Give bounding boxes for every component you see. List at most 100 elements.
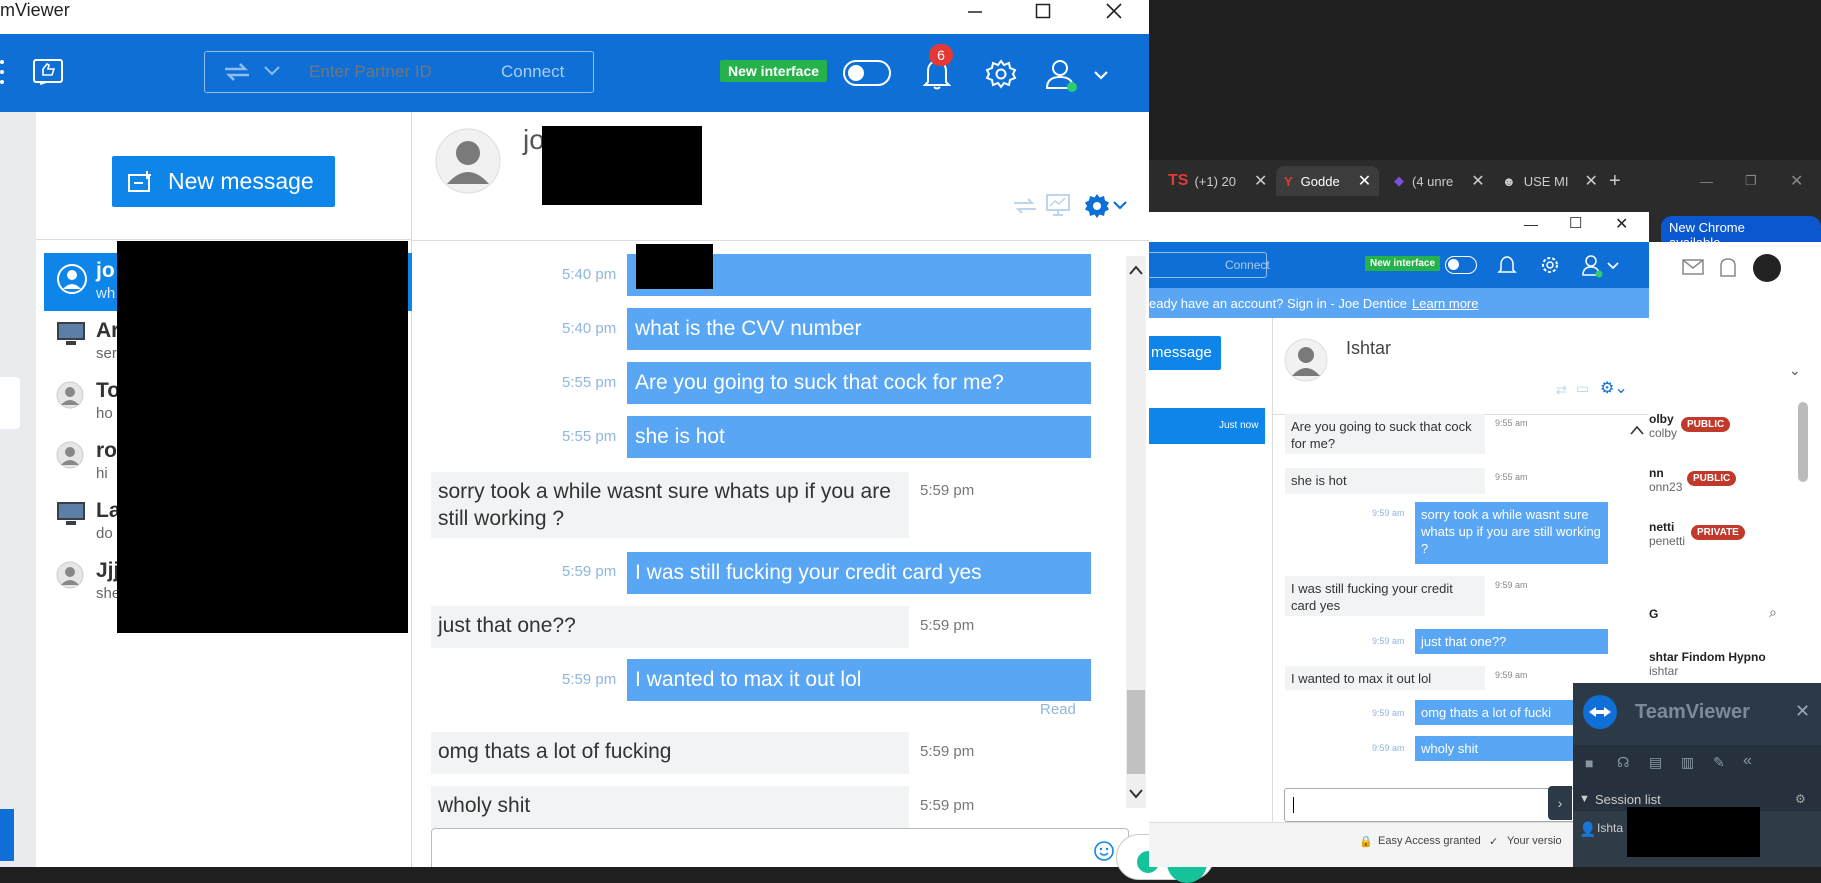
tab-close-icon[interactable]: ✕ [1471, 171, 1484, 191]
settings-icon[interactable]: ⚙ [1795, 792, 1806, 806]
new-message-button[interactable]: New message [112, 156, 335, 207]
emoji-icon[interactable] [1093, 840, 1115, 862]
contact-preview: wh [96, 285, 116, 302]
redaction-box [117, 241, 408, 633]
scroll-down-icon[interactable] [1128, 788, 1144, 800]
connect-button[interactable]: Connect [1225, 258, 1270, 272]
contact-item[interactable]: Just now [1149, 408, 1265, 444]
contact-preview: ho [96, 405, 113, 422]
user-icon [56, 263, 88, 295]
user-icon [56, 441, 84, 469]
message-bubble-outgoing: what is the CVV number [627, 308, 1091, 350]
bell-icon[interactable] [1497, 254, 1517, 276]
close-icon[interactable]: ✕ [1795, 701, 1810, 722]
message-time: 5:59 pm [562, 671, 617, 688]
chrome-minimize-button[interactable]: — [1700, 166, 1713, 196]
chat-contact-name: Ishtar [1346, 338, 1392, 358]
tools-icon[interactable]: ✎ [1713, 754, 1725, 771]
toolbar: Connect New interface 6 [0, 34, 1149, 112]
account-icon[interactable] [1581, 254, 1605, 278]
message-time: 9:59 am [1495, 580, 1528, 590]
message-time: 5:40 pm [562, 320, 617, 337]
minimize-button[interactable] [948, 0, 1002, 22]
feedback-icon[interactable] [32, 58, 66, 88]
chat-settings-gear-icon[interactable]: ⚙⌄ [1600, 378, 1628, 398]
presentation-icon[interactable] [1046, 194, 1070, 216]
teamviewer-window: mViewer Connect New interface 6 New mess… [0, 0, 1149, 867]
teamviewer-logo-icon[interactable] [0, 809, 14, 861]
scrollbar-thumb[interactable] [1127, 690, 1145, 774]
chrome-tab[interactable]: ☻ USE MI ✕ [1502, 166, 1598, 196]
y-favicon-icon: Y [1284, 173, 1293, 189]
chat-scrollbar[interactable] [1126, 256, 1146, 808]
close-button[interactable]: ✕ [1615, 214, 1628, 234]
collapse-icon[interactable]: « [1743, 752, 1752, 770]
tab-close-icon[interactable]: ✕ [1358, 171, 1371, 191]
chrome-tab-active[interactable]: Y Godde ✕ [1276, 166, 1380, 196]
search-icon[interactable]: ⌕ [1769, 604, 1777, 621]
chevron-down-icon[interactable] [263, 65, 281, 77]
contact-preview: hi [96, 465, 108, 482]
video-icon[interactable]: ■ [1585, 755, 1593, 771]
minimize-button[interactable]: — [1524, 216, 1538, 232]
maximize-button[interactable]: ☐ [1569, 214, 1582, 232]
new-interface-toggle[interactable] [843, 60, 891, 86]
tab-close-icon[interactable]: ✕ [1584, 171, 1597, 191]
chrome-close-button[interactable]: ✕ [1790, 166, 1803, 196]
files-icon[interactable]: ▥ [1681, 754, 1694, 771]
maximize-button[interactable] [1016, 0, 1070, 22]
message-time: 9:55 am [1495, 472, 1528, 482]
tab-close-icon[interactable]: ✕ [1254, 171, 1267, 191]
message-time: 9:59 am [1372, 743, 1405, 753]
contact-avatar [435, 128, 501, 194]
close-button[interactable] [1087, 0, 1141, 22]
message-bubble-incoming: she is hot [1285, 468, 1485, 494]
headset-icon[interactable]: ☊ [1617, 754, 1629, 771]
chrome-tab[interactable]: ◆ (4 unre ✕ [1394, 166, 1485, 196]
rail-tab[interactable] [0, 377, 20, 429]
new-tab-button[interactable]: + [1609, 166, 1621, 196]
bg-scrollbar[interactable] [1798, 402, 1808, 482]
new-interface-toggle[interactable] [1445, 256, 1477, 274]
partner-id-box: Connect [1149, 252, 1270, 278]
message-bubble-incoming: I was still fucking your credit card yes [1285, 576, 1485, 616]
chevron-down-icon[interactable]: ⌄ [1789, 362, 1801, 379]
chrome-restore-button[interactable]: ❐ [1745, 166, 1757, 196]
gear-icon[interactable] [985, 58, 1017, 90]
message-bubble-incoming: sorry took a while wasnt sure whats up i… [431, 472, 909, 538]
learn-more-link[interactable]: Learn more [1412, 296, 1478, 311]
message-bubble-outgoing: just that one?? [1415, 629, 1608, 654]
message-time: 5:59 pm [920, 482, 975, 499]
message-bubble-incoming: wholy shit [431, 786, 909, 828]
chat-icon[interactable]: ▤ [1649, 754, 1662, 771]
account-chevron-icon[interactable] [1093, 70, 1109, 80]
chrome-tab[interactable]: TS (+1) 20 ✕ [1168, 166, 1267, 196]
remote-control-icon[interactable]: ⇄ [1556, 382, 1567, 398]
menu-icon[interactable] [0, 58, 6, 86]
contact-name: Jjj [96, 559, 120, 582]
lock-icon: 🔒 [1359, 836, 1373, 848]
scroll-up-icon[interactable] [1128, 264, 1144, 276]
new-interface-label: New interface [720, 60, 828, 82]
bg-user-name: olby [1649, 412, 1674, 426]
tab-title: USE MI [1523, 173, 1569, 189]
connect-button[interactable]: Connect [501, 62, 564, 82]
message-time: 5:55 pm [562, 428, 617, 445]
panel-expand-button[interactable]: › [1548, 786, 1572, 820]
remote-control-icon[interactable] [1012, 198, 1038, 214]
presentation-icon[interactable]: ▭ [1576, 380, 1589, 397]
message-input[interactable] [431, 828, 1129, 867]
private-badge: PRIVATE [1691, 525, 1745, 540]
account-chevron-icon[interactable] [1607, 262, 1619, 270]
public-badge: PUBLIC [1687, 471, 1737, 486]
site-icons [1649, 252, 1821, 286]
account-icon[interactable] [1044, 58, 1078, 92]
partner-id-input[interactable] [309, 60, 479, 84]
redaction-box [1627, 807, 1760, 857]
gear-icon[interactable] [1539, 254, 1561, 276]
session-list-label: Session list [1595, 792, 1661, 807]
chat-settings-gear-icon[interactable] [1084, 192, 1128, 220]
contact-preview: do [96, 525, 113, 542]
new-message-button[interactable]: message [1149, 336, 1221, 370]
chrome-address-row: New Chrome available [1649, 212, 1821, 254]
